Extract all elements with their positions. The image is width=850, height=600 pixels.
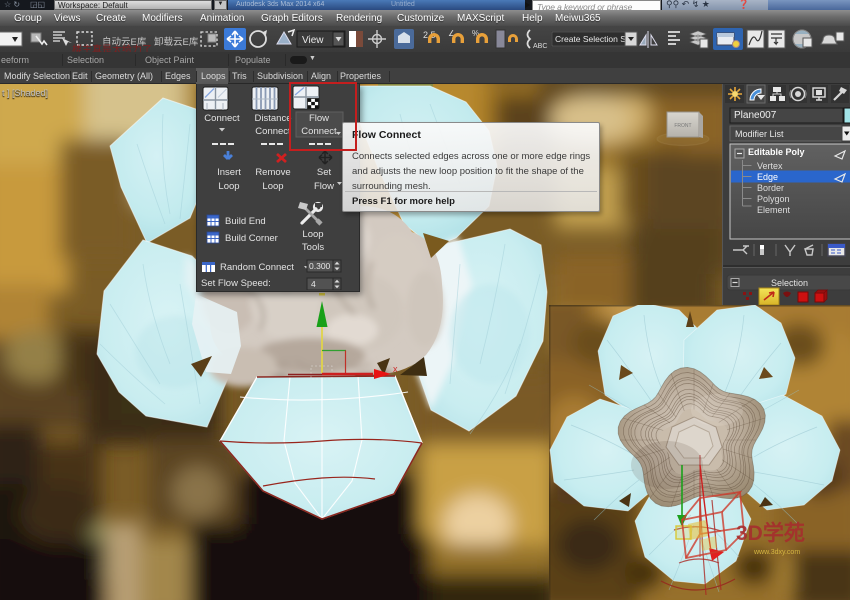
svg-text:ABC: ABC (533, 43, 547, 50)
svg-text:FRONT: FRONT (674, 123, 691, 129)
svg-text:x: x (393, 364, 398, 374)
svg-text:Create Selection Se: Create Selection Se (555, 34, 631, 44)
svg-text:4: 4 (311, 279, 316, 289)
svg-text:0.300: 0.300 (309, 261, 331, 271)
svg-text:3D学苑: 3D学苑 (736, 521, 805, 545)
svg-text:View: View (302, 35, 324, 46)
svg-text:www.3dxy.com: www.3dxy.com (753, 549, 800, 556)
